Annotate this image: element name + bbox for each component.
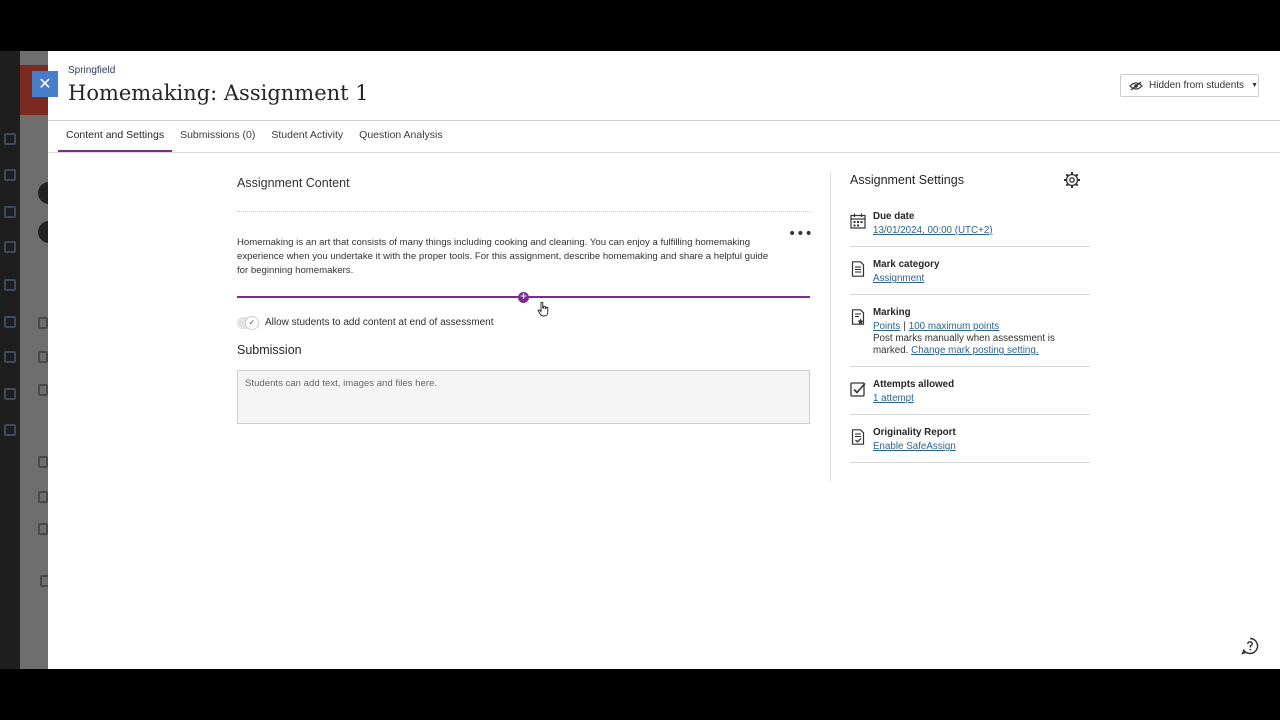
document-icon [851,261,865,277]
panel-header: Springfield Homemaking: Assignment 1 Hid… [48,51,1280,121]
separator: | [903,321,906,332]
breadcrumb[interactable]: Springfield [68,65,115,76]
setting-marking: Marking Points | 100 maximum points Post m… [850,307,1090,367]
mark-category-link[interactable]: Assignment [873,273,924,284]
max-points-link[interactable]: 100 maximum points [909,321,999,332]
setting-attempts: Attempts allowed 1 attempt [850,379,1090,415]
close-button[interactable]: ✕ [32,71,58,97]
change-mark-posting-link[interactable]: Change mark posting setting. [911,345,1038,356]
points-link[interactable]: Points [873,321,900,332]
assignment-settings-title: Assignment Settings [850,173,964,187]
background-doc-icon [38,456,48,468]
background-dashed-icon [40,575,48,587]
setting-originality-report: Originality Report Enable SafeAssign [850,427,1090,463]
content-divider [237,211,810,212]
background-globe-icon [4,206,16,218]
setting-due-date: Due date 13/01/2024, 00:00 (UTC+2) [850,211,1090,247]
setting-mark-category: Mark category Assignment [850,259,1090,295]
background-courses-icon [4,241,16,253]
background-edit-icon [38,491,48,503]
originality-title: Originality Report [873,427,956,438]
calendar-icon [850,213,866,229]
allow-content-toggle[interactable]: ✓ [237,316,259,330]
visibility-label: Hidden from students [1149,80,1245,91]
marking-title: Marking [873,307,911,318]
background-grades-icon [4,351,16,363]
check-icon: ✓ [245,316,259,330]
due-date-title: Due date [873,211,915,222]
background-tools-icon [4,388,16,400]
tab-submissions[interactable]: Submissions (0) [172,121,263,153]
close-icon: ✕ [38,76,52,93]
hand-cursor-icon [537,301,549,317]
background-doc-icon [38,384,48,396]
background-calendar-icon [4,279,16,291]
marking-icon [851,309,865,325]
more-options-button[interactable]: ••• [788,227,813,243]
enable-safeassign-link[interactable]: Enable SafeAssign [873,441,956,452]
mark-category-title: Mark category [873,259,940,270]
caret-down-icon: ▼ [1251,82,1258,89]
tab-bar: Content and Settings Submissions (0) Stu… [58,121,451,153]
background-doc-icon [38,523,48,535]
tab-content-and-settings[interactable]: Content and Settings [58,121,173,153]
submission-placeholder: Students can add text, images and files … [245,378,437,389]
screen: Springfield Homemaking: Assignment 1 Hid… [0,0,1280,720]
submission-area: Students can add text, images and files … [237,370,810,424]
visibility-dropdown[interactable]: Hidden from students ▼ [1120,74,1259,97]
eye-slash-icon [1129,81,1143,90]
column-divider [830,173,831,481]
marking-details: Points | 100 maximum points Post marks man… [873,321,1073,357]
background-people-icon [38,317,48,329]
tab-student-activity[interactable]: Student Activity [263,121,351,153]
background-search-icon [4,169,16,181]
assignment-description[interactable]: Homemaking is an art that consists of ma… [237,236,772,278]
checkbox-icon [850,382,866,397]
background-institution-icon [4,133,16,145]
background-messages-icon [4,316,16,328]
background-signout-icon [4,424,16,436]
background-course-page [0,51,48,669]
attempts-link[interactable]: 1 attempt [873,393,914,404]
add-content-plus-icon[interactable]: + [518,292,529,303]
report-check-icon [851,429,865,445]
tab-question-analysis[interactable]: Question Analysis [351,121,450,153]
submission-heading: Submission [237,343,302,357]
background-help-icon [38,351,48,363]
allow-content-toggle-label: Allow students to add content at end of … [265,317,494,328]
attempts-title: Attempts allowed [873,379,955,390]
assignment-panel: Springfield Homemaking: Assignment 1 Hid… [48,51,1280,669]
gear-icon[interactable] [1063,171,1081,189]
page-title: Homemaking: Assignment 1 [68,81,369,105]
due-date-link[interactable]: 13/01/2024, 00:00 (UTC+2) [873,225,993,236]
tabs-divider [48,152,1280,153]
assignment-content-heading: Assignment Content [237,176,350,190]
help-icon[interactable] [1241,637,1259,655]
